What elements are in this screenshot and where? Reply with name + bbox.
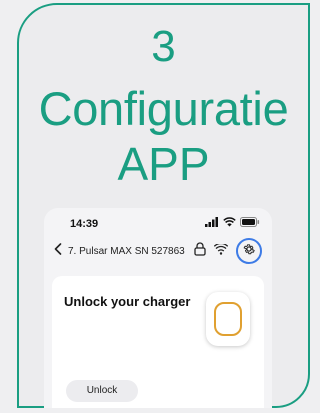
status-time: 14:39: [70, 218, 99, 230]
unlock-title: Unlock your charger: [64, 294, 191, 309]
signal-icon: [205, 214, 219, 232]
app-nav-bar: 7. Pulsar MAX SN 527863: [54, 238, 262, 264]
status-bar-icons: [205, 217, 260, 229]
phone-screenshot: 14:39 7. Pulsar MAX SN 527863 Unlock you…: [44, 208, 272, 408]
wifi-settings-icon[interactable]: [213, 242, 229, 260]
unlock-card: Unlock your charger Unlock: [52, 276, 264, 408]
charger-name: 7. Pulsar MAX SN 527863: [68, 245, 185, 257]
charger-ring: [214, 302, 242, 336]
charger-icon: [206, 292, 250, 346]
settings-highlight[interactable]: [236, 238, 262, 264]
wifi-icon: [223, 214, 236, 232]
chevron-left-icon[interactable]: [54, 242, 62, 260]
unlock-button[interactable]: Unlock: [66, 380, 138, 402]
step-number: 3: [151, 22, 176, 71]
nav-actions: [194, 238, 262, 264]
slide-subtitle: APP: [117, 138, 210, 190]
slide-title: Configuratie: [38, 82, 289, 135]
battery-icon: [240, 214, 260, 232]
lock-icon[interactable]: [194, 241, 206, 261]
gear-icon: [242, 242, 256, 261]
